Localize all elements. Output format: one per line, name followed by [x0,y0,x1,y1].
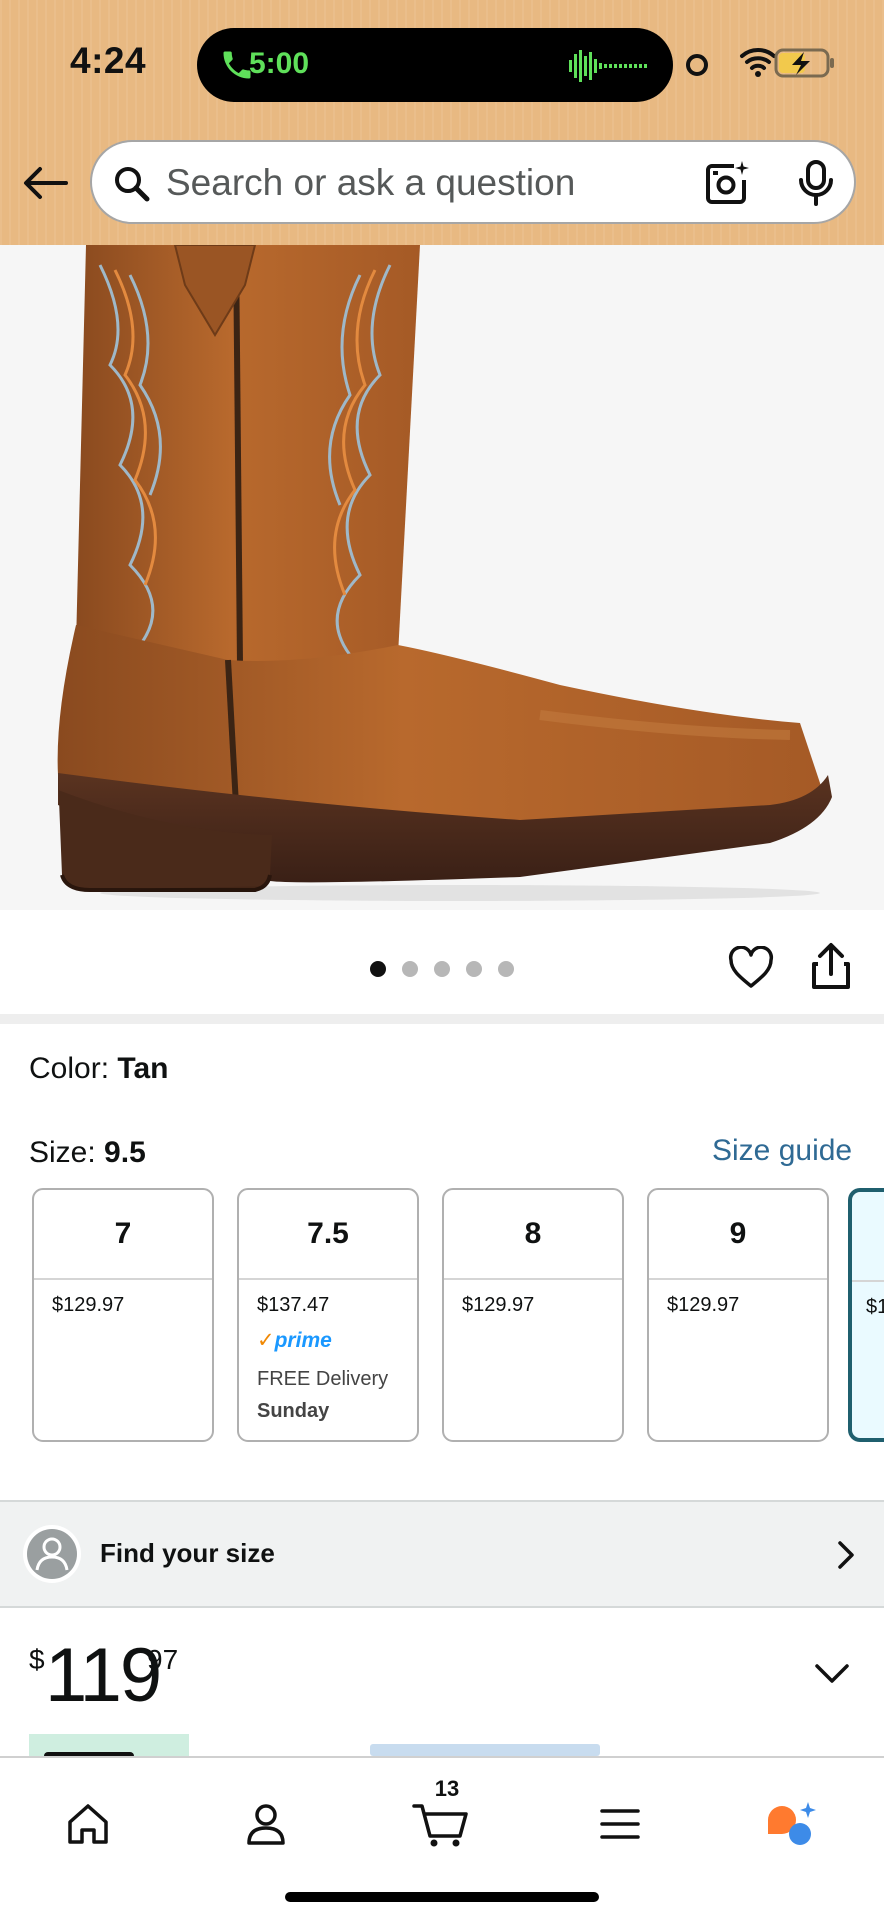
size-option-7[interactable]: 7 $129.97 [32,1188,214,1442]
size-option-number: 7 [34,1190,212,1280]
home-indicator[interactable] [285,1892,599,1902]
pager-dot-3[interactable] [434,961,450,977]
prime-check-icon: ✓ [257,1329,275,1352]
size-label: Size: [29,1136,96,1169]
menu-icon[interactable] [596,1800,644,1848]
delivery-day: Sunday [257,1400,330,1422]
status-time: 4:24 [70,40,147,81]
size-option-number: 9 [649,1190,827,1280]
pager-dot-5[interactable] [498,961,514,977]
camera-lens-icon[interactable] [704,160,750,206]
prime-badge: ✓prime [257,1328,332,1353]
select-options-link-partial [370,1744,600,1756]
dynamic-island-call[interactable]: 5:00 [197,28,673,102]
share-icon[interactable] [810,942,852,990]
search-placeholder: Search or ask a question [166,162,576,203]
search-input[interactable]: Search or ask a question [90,140,856,224]
pager-dot-1[interactable] [370,961,386,977]
wifi-icon [740,48,776,77]
size-option-9[interactable]: 9 $129.97 [647,1188,829,1442]
chevron-right-icon [838,1541,854,1569]
size-option-7-5[interactable]: 7.5 $137.47 ✓prime FREE Delivery Sunday [237,1188,419,1442]
color-label: Color: [29,1052,110,1085]
search-icon [115,167,150,202]
size-option-price: $1 [866,1296,884,1318]
size-value: 9.5 [104,1136,146,1169]
find-your-size-label: Find your size [100,1538,275,1568]
cart-count-badge: 13 [434,1776,460,1801]
section-divider [0,1014,884,1024]
status-icons [740,48,834,78]
audio-waveform-icon [569,50,647,82]
microphone-icon[interactable] [798,160,834,206]
color-value: Tan [117,1052,169,1085]
price-fraction: 97 [147,1644,179,1675]
pager-dot-4[interactable] [466,961,482,977]
size-option-price: $129.97 [667,1294,740,1316]
size-option-selected[interactable]: $1 [848,1188,884,1442]
product-image[interactable] [0,245,884,910]
size-option-price: $137.47 [257,1294,330,1316]
find-your-size-row[interactable]: Find your size [0,1500,884,1608]
size-option-number: 8 [444,1190,622,1280]
price-whole: 119 [45,1633,162,1718]
pager-dot-2[interactable] [402,961,418,977]
avatar-icon [23,1525,81,1583]
image-pager-row [0,910,884,1014]
size-option-price: $129.97 [462,1294,535,1316]
delivery-text: FREE Delivery [257,1368,389,1390]
color-selection: Color: Tan [29,1052,168,1086]
battery-charging-icon [774,48,834,78]
home-icon[interactable] [64,1800,112,1848]
size-selection: Size: 9.5 [29,1136,146,1170]
cart-icon[interactable] [412,1800,472,1848]
call-duration: 5:00 [249,47,310,80]
size-option-8[interactable]: 8 $129.97 [442,1188,624,1442]
size-option-number: 7.5 [239,1190,417,1280]
prime-label: prime [274,1329,332,1352]
rufus-ai-icon[interactable] [764,1800,820,1848]
size-option-number [852,1192,884,1282]
account-icon[interactable] [242,1800,290,1848]
back-arrow-icon[interactable] [22,165,68,201]
western-boot-image [57,245,832,901]
size-option-price: $129.97 [52,1294,125,1316]
price-currency-symbol: $ [29,1644,45,1675]
size-guide-link[interactable]: Size guide [712,1134,852,1168]
heart-icon[interactable] [728,946,774,990]
chevron-down-icon[interactable] [814,1662,850,1686]
